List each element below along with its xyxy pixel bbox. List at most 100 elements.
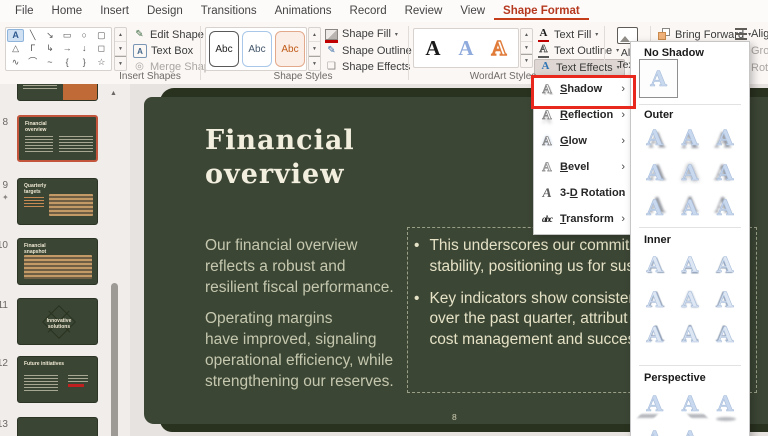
- gallery-more-icon[interactable]: ▼: [309, 56, 320, 70]
- outer-shadow-option-6[interactable]: A: [708, 155, 743, 190]
- shape-outline-button[interactable]: ✎ Shape Outline ▾: [325, 44, 419, 57]
- perspective-shadow-option-3[interactable]: A: [708, 386, 743, 421]
- shadow-preview-letter: A: [647, 289, 663, 310]
- star-tool[interactable]: ☆: [93, 56, 110, 69]
- effects-menu-item-glow[interactable]: AGlow›: [534, 128, 632, 154]
- shapes-gallery-scroll[interactable]: ▲ ▼ ▼: [114, 27, 127, 71]
- scroll-down-icon[interactable]: ▼: [521, 42, 532, 55]
- outer-shadow-option-2[interactable]: A: [672, 120, 707, 155]
- perspective-shadow-option-1[interactable]: A: [637, 386, 672, 421]
- inner-shadow-option-6[interactable]: A: [708, 282, 743, 317]
- inner-shadow-option-8[interactable]: A: [672, 317, 707, 352]
- effects-menu-item-transform[interactable]: abcTransform›: [534, 206, 632, 232]
- slide-thumbnail-9[interactable]: Quarterly targets: [17, 178, 98, 225]
- slide-thumbnail-7[interactable]: [17, 84, 98, 101]
- inner-shadow-option-7[interactable]: A: [637, 317, 672, 352]
- menu-tab-insert[interactable]: Insert: [91, 2, 138, 21]
- outer-shadow-option-4[interactable]: A: [637, 155, 672, 190]
- edit-shape-label: Edit Shape: [150, 29, 204, 41]
- left-brace-tool[interactable]: {: [58, 56, 75, 69]
- menu-tab-file[interactable]: File: [6, 2, 43, 21]
- curve-tool[interactable]: ~: [41, 56, 58, 69]
- align-button[interactable]: Align: [735, 28, 768, 40]
- wordart-scroll[interactable]: ▲ ▼ ▼: [520, 28, 533, 68]
- shape-fill-button[interactable]: Shape Fill ▾: [325, 28, 398, 40]
- shape-style-1[interactable]: Abc: [209, 31, 239, 67]
- outer-shadow-option-7[interactable]: A: [637, 190, 672, 225]
- shape-effects-button[interactable]: ❑ Shape Effects ▾: [325, 60, 417, 73]
- line-arrow-tool[interactable]: ↘: [41, 29, 58, 42]
- perspective-shadow-option-5[interactable]: A: [672, 421, 707, 436]
- rectangle-tool[interactable]: ▭: [58, 29, 75, 42]
- gallery-more-icon[interactable]: ▼: [521, 54, 532, 67]
- outer-shadow-option-5[interactable]: A: [672, 155, 707, 190]
- effects-menu-item-3-d-rotation[interactable]: A3-D Rotation›: [534, 180, 632, 206]
- menu-tab-shape-format[interactable]: Shape Format: [494, 2, 589, 21]
- inner-shadow-option-1[interactable]: A: [637, 247, 672, 282]
- perspective-shadow-option-2[interactable]: A: [672, 386, 707, 421]
- slide-thumbnail-13[interactable]: [17, 417, 98, 436]
- shape-style-2[interactable]: Abc: [242, 31, 272, 67]
- menu-tab-transitions[interactable]: Transitions: [192, 2, 266, 21]
- corner-shape-tool[interactable]: ◻: [93, 42, 110, 55]
- text-box-icon: A: [133, 44, 147, 58]
- slide-thumbnail-12[interactable]: Future initiatives: [17, 356, 98, 403]
- perspective-shadow-option-4[interactable]: A: [637, 421, 672, 436]
- inner-shadow-option-9[interactable]: A: [708, 317, 743, 352]
- right-arrow-tool[interactable]: →: [58, 42, 75, 55]
- glow-icon: A: [534, 133, 560, 149]
- inner-shadow-option-5[interactable]: A: [672, 282, 707, 317]
- oval-tool[interactable]: ○: [76, 29, 93, 42]
- menu-tab-design[interactable]: Design: [138, 2, 192, 21]
- elbow-arrow-connector-tool[interactable]: ↳: [41, 42, 58, 55]
- bullet-marker: •: [414, 289, 419, 351]
- inner-shadow-option-4[interactable]: A: [637, 282, 672, 317]
- slide-thumbnail-8[interactable]: Financial overview: [17, 115, 98, 162]
- wordart-style-3[interactable]: A: [483, 31, 515, 65]
- shadow-preview-letter: A: [682, 289, 698, 310]
- group-label-wordart-styles: WordArt Styles: [470, 71, 537, 82]
- menu-tab-view[interactable]: View: [451, 2, 494, 21]
- outer-shadow-option-1[interactable]: A: [637, 120, 672, 155]
- menu-tab-record[interactable]: Record: [341, 2, 396, 21]
- text-box-tool[interactable]: A: [7, 29, 24, 42]
- menu-tab-review[interactable]: Review: [396, 2, 452, 21]
- scroll-up-icon[interactable]: ▲: [309, 28, 320, 42]
- 3-d-rotation-icon: A: [533, 185, 561, 201]
- elbow-connector-tool[interactable]: Γ: [24, 42, 41, 55]
- scroll-down-icon[interactable]: ▼: [115, 42, 126, 56]
- transform-icon: abc: [534, 214, 560, 224]
- triangle-tool[interactable]: △: [7, 42, 24, 55]
- line-tool[interactable]: ╲: [24, 29, 41, 42]
- freeform-tool[interactable]: ∿: [7, 56, 24, 69]
- shadow-preview-letter: A: [647, 324, 663, 345]
- scroll-up-icon[interactable]: ▲: [115, 28, 126, 42]
- text-outline-button[interactable]: A Text Outline ▾: [537, 44, 619, 57]
- effects-menu-item-bevel[interactable]: ABevel›: [534, 154, 632, 180]
- text-box-button[interactable]: A Text Box: [133, 44, 193, 58]
- scroll-down-icon[interactable]: ▼: [309, 42, 320, 56]
- slide-title[interactable]: Financial overview: [205, 124, 355, 192]
- gallery-more-icon[interactable]: ▼: [115, 56, 126, 70]
- slide-thumbnail-10[interactable]: Financial snapshot: [17, 238, 98, 285]
- rounded-rectangle-tool[interactable]: ▢: [93, 29, 110, 42]
- outer-shadow-option-9[interactable]: A: [708, 190, 743, 225]
- menu-tab-animations[interactable]: Animations: [266, 2, 341, 21]
- wordart-style-1[interactable]: A: [417, 31, 449, 65]
- outer-shadow-option-8[interactable]: A: [672, 190, 707, 225]
- no-shadow-option[interactable]: A: [639, 59, 678, 98]
- shape-style-3[interactable]: Abc: [275, 31, 305, 67]
- bevel-icon: A: [534, 159, 560, 175]
- slide-thumbnail-11[interactable]: Innovative solutions: [17, 298, 98, 345]
- down-arrow-tool[interactable]: ↓: [76, 42, 93, 55]
- arc-tool[interactable]: ⌒: [24, 56, 41, 69]
- menu-tab-home[interactable]: Home: [43, 2, 92, 21]
- inner-shadow-option-2[interactable]: A: [672, 247, 707, 282]
- inner-shadow-option-3[interactable]: A: [708, 247, 743, 282]
- text-fill-button[interactable]: A Text Fill ▾: [537, 28, 598, 41]
- shape-styles-scroll[interactable]: ▲ ▼ ▼: [308, 27, 321, 71]
- wordart-style-2[interactable]: A: [450, 31, 482, 65]
- outer-shadow-option-3[interactable]: A: [708, 120, 743, 155]
- scroll-up-icon[interactable]: ▲: [521, 29, 532, 42]
- right-brace-tool[interactable]: }: [76, 56, 93, 69]
